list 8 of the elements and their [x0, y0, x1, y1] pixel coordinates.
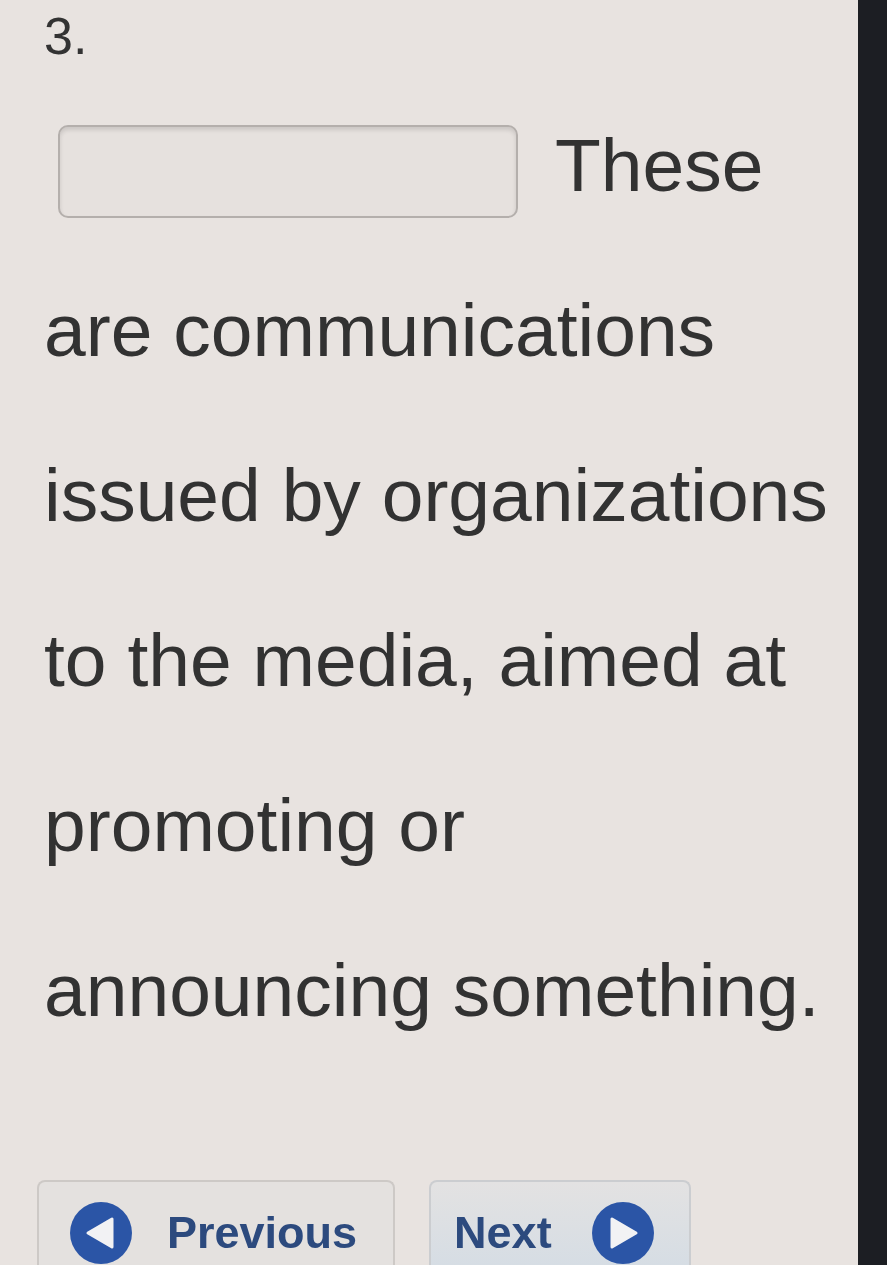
right-arrow-circle-icon [591, 1202, 654, 1264]
question-number: 3. [44, 6, 88, 66]
left-arrow-circle-icon [70, 1202, 132, 1264]
next-button[interactable]: Next [429, 1180, 691, 1265]
question-text: are communications issued by organizations to the media, aimed at promoting or announcing something. [44, 287, 829, 1034]
answer-field[interactable] [58, 124, 518, 218]
previous-button[interactable]: Previous [37, 1180, 396, 1265]
question-text: These [555, 123, 764, 207]
